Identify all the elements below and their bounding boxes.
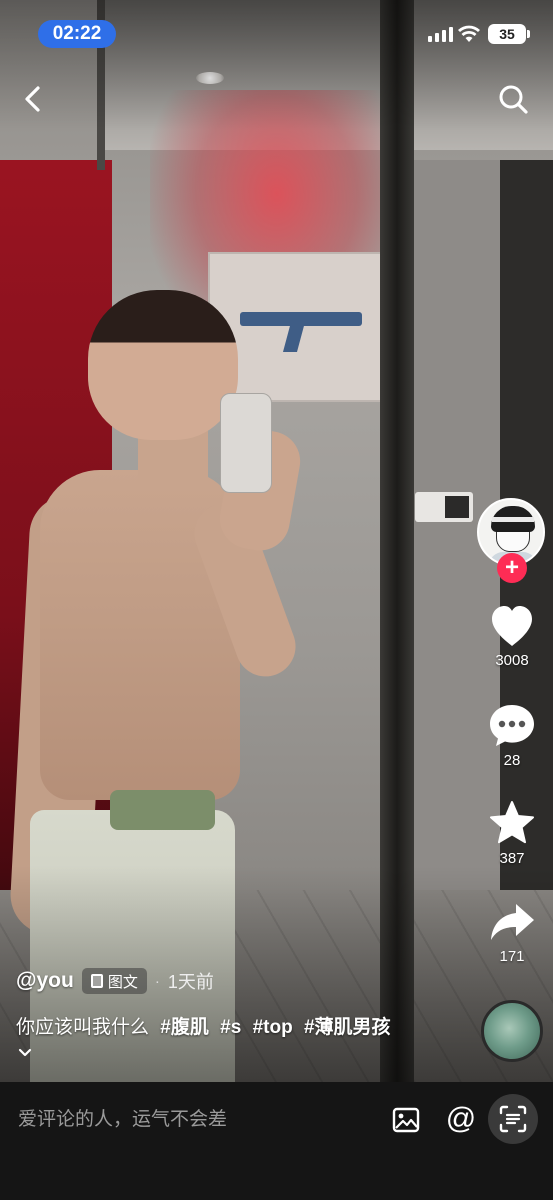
status-time: 02:22	[38, 20, 116, 48]
comment-bar: 爱评论的人，运气不会差 @	[0, 1082, 553, 1200]
post-time-ago: 1天前	[167, 972, 214, 992]
hashtag[interactable]: #薄肌男孩	[304, 1017, 391, 1038]
music-disc[interactable]	[481, 1000, 543, 1062]
comment-input[interactable]: 爱评论的人，运气不会差	[0, 1082, 370, 1158]
post-type-badge: 图文	[81, 968, 147, 994]
avatar-headband	[492, 517, 534, 522]
chevron-down-icon[interactable]	[16, 1046, 34, 1060]
share-count: 171	[499, 948, 525, 965]
mention-icon[interactable]: @	[444, 1102, 478, 1136]
author-avatar-group[interactable]: +	[477, 498, 547, 584]
meta-separator: ·	[154, 972, 160, 990]
hashtag[interactable]: #top	[253, 1017, 293, 1038]
image-icon[interactable]	[392, 1106, 420, 1134]
caption-text: 你应该叫我什么	[16, 1017, 150, 1038]
post-type-label: 图文	[107, 973, 138, 991]
like-count: 3008	[495, 652, 529, 669]
share-arrow-icon	[491, 904, 534, 940]
hashtag[interactable]: #腹肌	[160, 1017, 209, 1038]
hashtag[interactable]: #s	[220, 1017, 241, 1038]
wifi-icon	[458, 25, 480, 42]
star-icon	[490, 801, 534, 844]
chevron-left-icon[interactable]	[18, 80, 50, 118]
scan-button[interactable]	[488, 1094, 538, 1144]
scan-text-icon	[499, 1105, 527, 1133]
follow-button[interactable]: +	[497, 553, 527, 583]
battery-indicator: 35	[488, 24, 530, 44]
author-row: @you 图文 · 1天前	[16, 966, 214, 996]
comment-bubble-icon	[490, 705, 534, 746]
photo-shade-overlay	[0, 0, 553, 1082]
post-photo[interactable]	[0, 0, 553, 1082]
post-caption: 你应该叫我什么 #腹肌 #s #top #薄肌男孩	[16, 1014, 456, 1042]
favorite-count: 387	[499, 850, 525, 867]
author-name[interactable]: @you	[16, 969, 74, 993]
comment-button[interactable]: 28	[482, 702, 542, 769]
comment-count: 28	[503, 752, 521, 769]
share-button[interactable]: 171	[482, 900, 542, 965]
status-bar: 02:22 35	[0, 14, 553, 54]
signal-icon	[428, 26, 453, 42]
like-button[interactable]: 3008	[482, 604, 542, 669]
image-text-icon	[90, 974, 103, 988]
favorite-button[interactable]: 387	[482, 800, 542, 867]
search-icon[interactable]	[496, 82, 530, 116]
heart-icon	[492, 606, 532, 646]
